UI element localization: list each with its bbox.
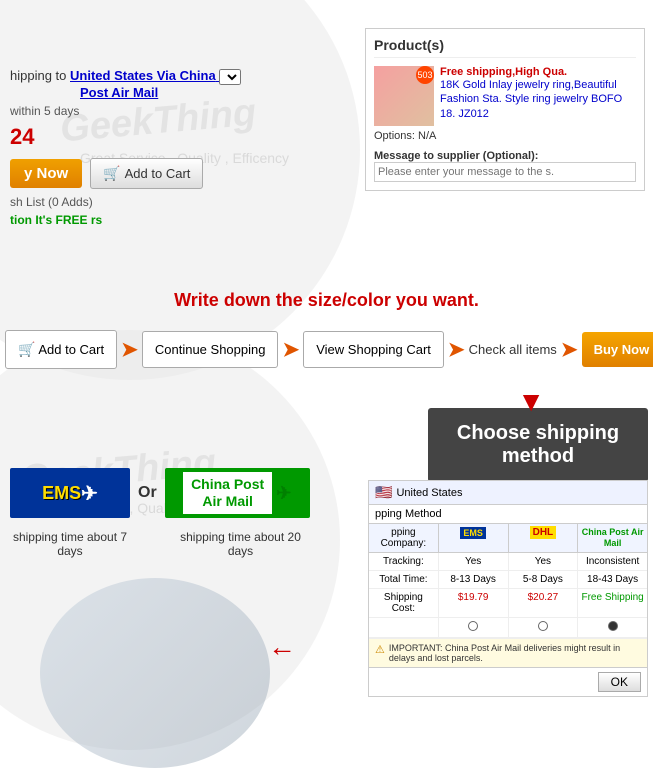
china-post-badge: China Post Air Mail ✈ <box>165 468 310 518</box>
product-thumbnail: 503 <box>374 66 434 126</box>
radio-cp[interactable] <box>578 618 647 637</box>
or-label: Or <box>138 484 157 502</box>
wish-list: sh List (0 Adds) <box>10 195 241 209</box>
shipping-method-link[interactable]: Post Air Mail <box>80 85 158 100</box>
shipping-options: EMS ✈ Or China Post Air Mail ✈ <box>10 468 310 518</box>
shipping-info-panel: hipping to United States Via China Post … <box>10 68 241 227</box>
col-ems: EMS <box>439 524 509 552</box>
message-section: Message to supplier (Optional): <box>374 150 636 182</box>
us-flag-icon: 🇺🇸 <box>375 484 392 501</box>
united-states-row: 🇺🇸 United States <box>369 481 647 505</box>
annotation-text: Write down the size/color you want. <box>157 290 497 311</box>
cart-icon: 🛒 <box>103 165 120 182</box>
step-arrow-2: ➤ <box>282 337 299 362</box>
cost-dhl: $20.27 <box>509 589 579 617</box>
radio-dhl[interactable] <box>509 618 579 637</box>
time-row: Total Time: 8-13 Days 5-8 Days 18-43 Day… <box>369 571 647 589</box>
china-post-inner: China Post Air Mail <box>183 472 272 514</box>
product-name: 18K Gold Inlay jewelry ring,Beautiful Fa… <box>440 78 636 121</box>
product-badge: 503 <box>416 66 434 84</box>
person-area <box>40 578 270 768</box>
product-options: Options: N/A <box>374 130 636 142</box>
cost-ems: $19.79 <box>439 589 509 617</box>
step-arrow-4: ➤ <box>561 337 578 362</box>
product-info: Free shipping,High Qua. 18K Gold Inlay j… <box>440 66 636 121</box>
buy-now-step-button[interactable]: Buy Now <box>582 332 653 367</box>
tracking-row: Tracking: Yes Yes Inconsistent <box>369 553 647 571</box>
add-to-cart-button[interactable]: 🛒 Add to Cart <box>90 158 203 189</box>
ems-text: EMS <box>42 483 81 504</box>
cost-row: Shipping Cost: $19.79 $20.27 Free Shippi… <box>369 589 647 618</box>
tracking-ems: Yes <box>439 553 509 570</box>
free-shipping-label: Free shipping,High Qua. <box>440 66 636 78</box>
col-dhl: DHL <box>509 524 579 552</box>
buy-now-button[interactable]: y Now <box>10 159 82 188</box>
product-panel: Product(s) 503 Free shipping,High Qua. 1… <box>365 28 645 191</box>
view-cart-button[interactable]: View Shopping Cart <box>303 331 444 368</box>
message-input[interactable] <box>374 162 636 182</box>
shipping-days: within 5 days <box>10 104 241 118</box>
cart-step-icon: 🛒 <box>18 341 35 357</box>
col-company: pping Company: <box>369 524 439 552</box>
tracking-label: Tracking: <box>369 553 439 570</box>
china-post-plane-icon: ✈ <box>276 483 291 504</box>
radio-circle-dhl[interactable] <box>538 621 548 631</box>
warning-icon: ⚠ <box>375 643 385 656</box>
check-items-label: Check all items <box>469 342 557 357</box>
tracking-cp: Inconsistent <box>578 553 647 570</box>
col-china-post: China Post Air Mail <box>578 524 647 552</box>
left-arrow-icon: ← <box>268 631 296 663</box>
shipping-country-select[interactable] <box>219 69 241 85</box>
message-label: Message to supplier (Optional): <box>374 150 636 162</box>
united-states-label: United States <box>396 487 462 499</box>
ems-time-label: shipping time about 7 days <box>10 530 130 558</box>
china-post-time-label: shipping time about 20 days <box>168 530 313 558</box>
ems-logo-small: EMS <box>460 527 486 539</box>
add-to-cart-step-button[interactable]: 🛒 Add to Cart <box>5 330 117 369</box>
important-note: ⚠ IMPORTANT: China Post Air Mail deliver… <box>369 638 647 667</box>
tracking-dhl: Yes <box>509 553 579 570</box>
shipping-times: shipping time about 7 days shipping time… <box>10 530 313 558</box>
ok-btn-row: OK <box>369 667 647 696</box>
shipping-to-label: hipping to <box>10 68 66 83</box>
radio-circle-cp[interactable] <box>608 621 618 631</box>
person-image <box>40 578 270 768</box>
radio-spacer <box>369 618 439 637</box>
protection-info: tion It's FREE rs <box>10 213 241 227</box>
important-text: IMPORTANT: China Post Air Mail deliverie… <box>389 643 641 663</box>
table-sub-header: pping Company: EMS DHL China Post Air Ma… <box>369 524 647 553</box>
time-cp: 18-43 Days <box>578 571 647 588</box>
china-post-logo-small: China Post Air Mail <box>582 527 644 548</box>
ok-button[interactable]: OK <box>598 672 641 692</box>
ems-badge: EMS ✈ <box>10 468 130 518</box>
choose-shipping-box: Choose shipping method <box>428 408 648 482</box>
cost-label: Shipping Cost: <box>369 589 439 617</box>
cost-cp: Free Shipping <box>578 589 647 617</box>
radio-circle-ems[interactable] <box>468 621 478 631</box>
radio-ems[interactable] <box>439 618 509 637</box>
step-arrow-1: ➤ <box>121 337 138 362</box>
continue-shopping-button[interactable]: Continue Shopping <box>142 331 279 368</box>
shipping-link[interactable]: United States Via China <box>70 68 241 83</box>
time-ems: 8-13 Days <box>439 571 509 588</box>
red-down-arrow: ▼ <box>517 388 545 416</box>
radio-row <box>369 618 647 638</box>
shipping-table-panel: 🇺🇸 United States pping Method pping Comp… <box>368 480 648 697</box>
shipping-method-row: pping Method <box>369 505 647 524</box>
ems-plane-icon: ✈ <box>81 481 98 506</box>
step-arrow-3: ➤ <box>448 337 465 362</box>
price-display: 24 <box>10 124 241 150</box>
time-label: Total Time: <box>369 571 439 588</box>
steps-row: 🛒 Add to Cart ➤ Continue Shopping ➤ View… <box>5 330 653 369</box>
time-dhl: 5-8 Days <box>509 571 579 588</box>
product-panel-title: Product(s) <box>374 37 636 58</box>
dhl-logo-small: DHL <box>530 526 557 539</box>
